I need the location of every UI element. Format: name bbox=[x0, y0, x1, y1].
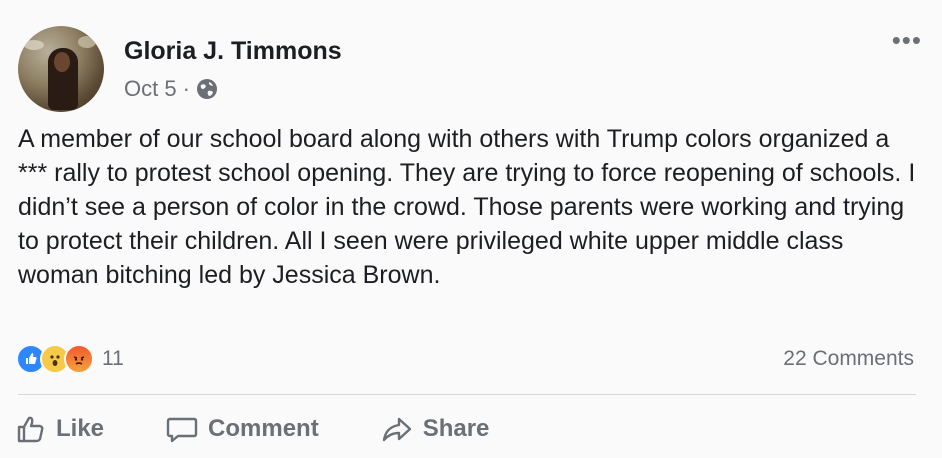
comment-label: Comment bbox=[208, 415, 319, 442]
post-header: Gloria J. Timmons Oct 5 · bbox=[18, 26, 342, 112]
more-options-icon[interactable]: ••• bbox=[892, 27, 922, 53]
share-label: Share bbox=[422, 415, 490, 442]
avatar-background bbox=[78, 36, 96, 48]
speech-bubble-icon bbox=[166, 417, 198, 443]
post-text: A member of our school board along with … bbox=[18, 125, 916, 289]
post-actions: Like Comment Share bbox=[16, 414, 551, 444]
avatar[interactable] bbox=[18, 26, 104, 112]
comments-count[interactable]: 22 Comments bbox=[783, 347, 914, 371]
thumbs-up-icon bbox=[17, 416, 44, 443]
like-button[interactable]: Like bbox=[16, 414, 104, 444]
facebook-post: Gloria J. Timmons Oct 5 · ••• A member o… bbox=[0, 0, 942, 458]
post-date[interactable]: Oct 5 bbox=[124, 76, 177, 102]
angry-icon bbox=[64, 344, 94, 374]
post-subline: Oct 5 · bbox=[124, 76, 342, 102]
like-label: Like bbox=[56, 415, 105, 442]
avatar-background bbox=[24, 40, 44, 50]
globe-icon[interactable] bbox=[196, 78, 218, 100]
author-name[interactable]: Gloria J. Timmons bbox=[124, 36, 342, 66]
share-button[interactable]: Share bbox=[381, 414, 490, 444]
comment-button[interactable]: Comment bbox=[166, 414, 319, 444]
avatar-face bbox=[54, 52, 70, 72]
reactions-summary[interactable]: 11 bbox=[16, 344, 124, 374]
post-meta: Gloria J. Timmons Oct 5 · bbox=[124, 36, 342, 102]
separator-dot: · bbox=[182, 76, 190, 101]
divider bbox=[18, 394, 916, 395]
share-arrow-icon bbox=[382, 417, 411, 442]
reaction-count[interactable]: 11 bbox=[102, 347, 124, 371]
